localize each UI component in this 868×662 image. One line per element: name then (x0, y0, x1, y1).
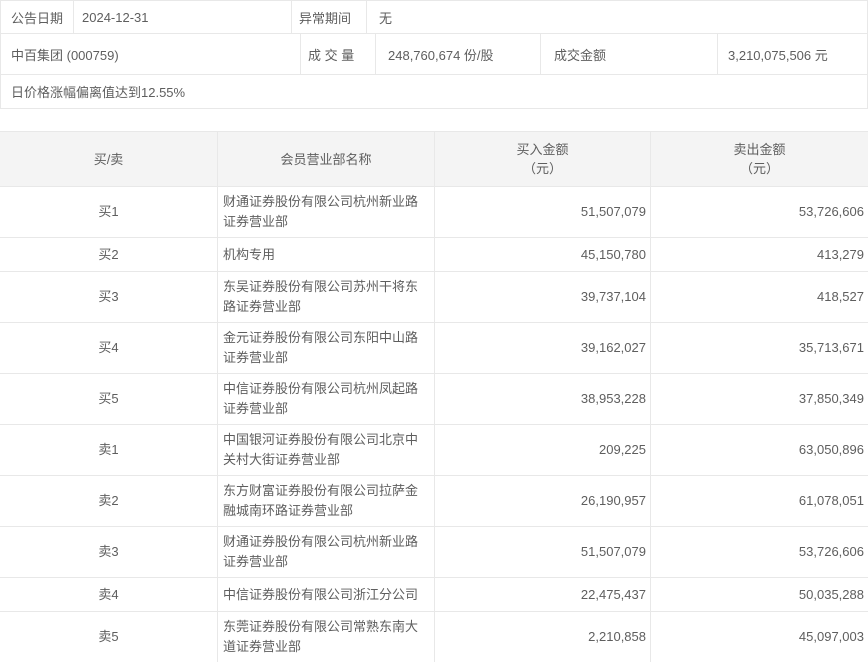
table-row: 卖5 东莞证券股份有限公司常熟东南大道证券营业部 2,210,858 45,09… (0, 612, 868, 662)
sell-amount-cell: 45,097,003 (651, 612, 868, 662)
branch-cell: 东吴证券股份有限公司苏州干将东路证券营业部 (218, 272, 435, 322)
buy-amount-cell: 39,162,027 (435, 323, 651, 373)
branch-cell: 中国银河证券股份有限公司北京中关村大街证券营业部 (218, 425, 435, 475)
rank-cell: 买2 (0, 238, 218, 271)
header-sell-amount: 卖出金额 （元） (651, 132, 868, 186)
broker-table: 买/卖 会员营业部名称 买入金额 （元） 卖出金额 （元） 买1 财通证券股份有… (0, 131, 868, 662)
table-row: 买1 财通证券股份有限公司杭州新业路证券营业部 51,507,079 53,72… (0, 187, 868, 238)
rank-cell: 卖5 (0, 612, 218, 662)
sell-amount-cell: 35,713,671 (651, 323, 868, 373)
branch-cell: 中信证券股份有限公司杭州凤起路证券营业部 (218, 374, 435, 424)
stock-name: 中百集团 (000759) (1, 34, 301, 74)
turnover-value: 3,210,075,506 元 (718, 34, 867, 74)
table-body: 买1 财通证券股份有限公司杭州新业路证券营业部 51,507,079 53,72… (0, 187, 868, 662)
volume-value: 248,760,674 份/股 (376, 34, 541, 74)
buy-amount-cell: 26,190,957 (435, 476, 651, 526)
header-buy-amount-title: 买入金额 (516, 140, 568, 159)
rank-cell: 卖1 (0, 425, 218, 475)
rank-cell: 买5 (0, 374, 218, 424)
rank-cell: 买1 (0, 187, 218, 237)
branch-cell: 东方财富证券股份有限公司拉萨金融城南环路证券营业部 (218, 476, 435, 526)
buy-amount-cell: 51,507,079 (435, 527, 651, 577)
deviation-note: 日价格涨幅偏离值达到12.55% (1, 75, 867, 108)
table-row: 买2 机构专用 45,150,780 413,279 (0, 238, 868, 272)
sell-amount-cell: 61,078,051 (651, 476, 868, 526)
branch-cell: 财通证券股份有限公司杭州新业路证券营业部 (218, 187, 435, 237)
turnover-label: 成交金额 (541, 34, 718, 74)
sell-amount-cell: 53,726,606 (651, 187, 868, 237)
branch-cell: 金元证券股份有限公司东阳中山路证券营业部 (218, 323, 435, 373)
header-side: 买/卖 (0, 132, 218, 186)
table-row: 卖1 中国银河证券股份有限公司北京中关村大街证券营业部 209,225 63,0… (0, 425, 868, 476)
table-row: 买3 东吴证券股份有限公司苏州干将东路证券营业部 39,737,104 418,… (0, 272, 868, 323)
buy-amount-cell: 209,225 (435, 425, 651, 475)
rank-cell: 卖3 (0, 527, 218, 577)
summary-row-stock: 中百集团 (000759) 成 交 量 248,760,674 份/股 成交金额… (1, 33, 867, 74)
table-row: 卖2 东方财富证券股份有限公司拉萨金融城南环路证券营业部 26,190,957 … (0, 476, 868, 527)
summary-row-dates: 公告日期 2024-12-31 异常期间 无 (1, 1, 867, 33)
buy-amount-cell: 45,150,780 (435, 238, 651, 271)
table-row: 买4 金元证券股份有限公司东阳中山路证券营业部 39,162,027 35,71… (0, 323, 868, 374)
sell-amount-cell: 37,850,349 (651, 374, 868, 424)
announce-date-value: 2024-12-31 (74, 1, 292, 33)
announce-date-label: 公告日期 (1, 1, 74, 33)
rank-cell: 买4 (0, 323, 218, 373)
buy-amount-cell: 51,507,079 (435, 187, 651, 237)
sell-amount-cell: 50,035,288 (651, 578, 868, 611)
table-row: 卖4 中信证券股份有限公司浙江分公司 22,475,437 50,035,288 (0, 578, 868, 612)
sell-amount-cell: 63,050,896 (651, 425, 868, 475)
rank-cell: 卖4 (0, 578, 218, 611)
header-buy-amount: 买入金额 （元） (435, 132, 651, 186)
table-header: 买/卖 会员营业部名称 买入金额 （元） 卖出金额 （元） (0, 132, 868, 187)
branch-cell: 机构专用 (218, 238, 435, 271)
summary-panel: 公告日期 2024-12-31 异常期间 无 中百集团 (000759) 成 交… (0, 0, 868, 109)
summary-row-reason: 日价格涨幅偏离值达到12.55% (1, 74, 867, 108)
volume-label: 成 交 量 (301, 34, 376, 74)
branch-cell: 东莞证券股份有限公司常熟东南大道证券营业部 (218, 612, 435, 662)
rank-cell: 买3 (0, 272, 218, 322)
sell-amount-cell: 413,279 (651, 238, 868, 271)
table-row: 卖3 财通证券股份有限公司杭州新业路证券营业部 51,507,079 53,72… (0, 527, 868, 578)
abnormal-period-label: 异常期间 (292, 1, 367, 33)
header-sell-amount-unit: （元） (740, 159, 779, 178)
sell-amount-cell: 53,726,606 (651, 527, 868, 577)
header-sell-amount-title: 卖出金额 (733, 140, 785, 159)
header-branch: 会员营业部名称 (218, 132, 435, 186)
rank-cell: 卖2 (0, 476, 218, 526)
table-row: 买5 中信证券股份有限公司杭州凤起路证券营业部 38,953,228 37,85… (0, 374, 868, 425)
branch-cell: 中信证券股份有限公司浙江分公司 (218, 578, 435, 611)
buy-amount-cell: 22,475,437 (435, 578, 651, 611)
branch-cell: 财通证券股份有限公司杭州新业路证券营业部 (218, 527, 435, 577)
buy-amount-cell: 2,210,858 (435, 612, 651, 662)
buy-amount-cell: 38,953,228 (435, 374, 651, 424)
header-buy-amount-unit: （元） (523, 159, 562, 178)
buy-amount-cell: 39,737,104 (435, 272, 651, 322)
sell-amount-cell: 418,527 (651, 272, 868, 322)
abnormal-period-value: 无 (367, 1, 867, 33)
